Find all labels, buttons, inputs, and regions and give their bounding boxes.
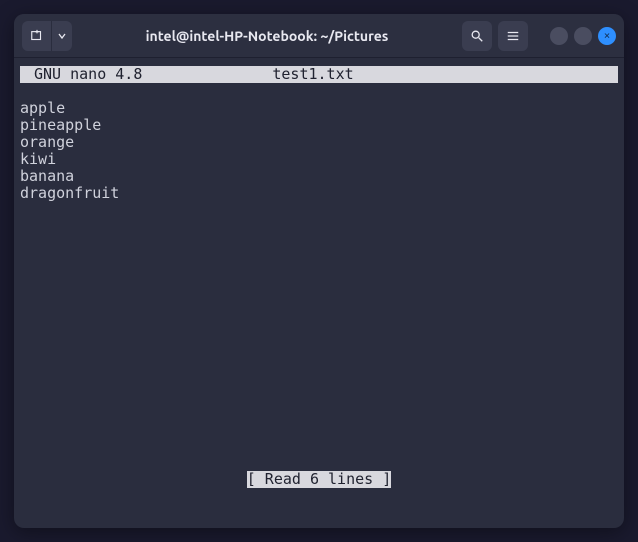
editor-line: apple <box>20 99 65 117</box>
editor-content[interactable]: apple pineapple orange kiwi banana drago… <box>20 83 618 202</box>
hamburger-menu-button[interactable] <box>498 21 528 51</box>
search-button[interactable] <box>462 21 492 51</box>
window-titlebar: intel@intel-HP-Notebook: ~/Pictures <box>14 14 624 58</box>
nano-status-message: [ Read 6 lines ] <box>247 471 392 488</box>
chevron-down-icon <box>58 32 66 40</box>
editor-line: pineapple <box>20 116 101 134</box>
terminal-window: intel@intel-HP-Notebook: ~/Pictures GNU … <box>14 14 624 528</box>
close-button[interactable] <box>598 27 616 45</box>
new-tab-icon <box>30 29 44 43</box>
search-icon <box>470 29 484 43</box>
hamburger-icon <box>506 29 520 43</box>
new-tab-split-button[interactable] <box>22 21 72 51</box>
editor-line: orange <box>20 133 74 151</box>
nano-help-bar: ^G Get Help ^O Write Out^W Where Is ^K C… <box>20 488 618 522</box>
terminal-viewport[interactable]: GNU nano 4.8 test1.txt apple pineapple o… <box>20 66 618 522</box>
editor-line: kiwi <box>20 150 56 168</box>
nano-header-bar: GNU nano 4.8 test1.txt <box>20 66 618 83</box>
new-tab-button[interactable] <box>22 21 52 51</box>
minimize-button[interactable] <box>550 27 568 45</box>
scrollbar-thumb[interactable] <box>608 66 618 83</box>
new-tab-menu-button[interactable] <box>52 21 72 51</box>
window-title: intel@intel-HP-Notebook: ~/Pictures <box>72 28 462 44</box>
nano-app-label: GNU nano 4.8 <box>20 66 142 83</box>
editor-line: banana <box>20 167 74 185</box>
maximize-button[interactable] <box>574 27 592 45</box>
nano-filename: test1.txt <box>142 66 618 83</box>
nano-status-bar: [ Read 6 lines ] <box>20 471 618 488</box>
editor-line: dragonfruit <box>20 184 119 202</box>
